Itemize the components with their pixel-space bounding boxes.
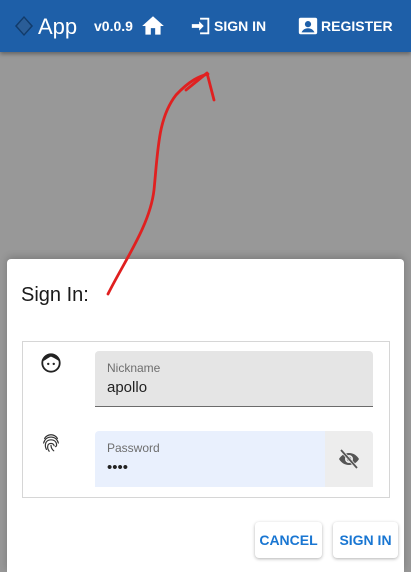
nickname-label: Nickname [107,361,161,375]
home-icon[interactable] [140,13,166,39]
signin-form: Nickname apollo Password •••• [22,341,390,498]
register-nav-label: REGISTER [321,18,393,34]
nickname-field[interactable]: Nickname apollo [95,351,373,407]
password-field[interactable]: Password •••• [95,431,373,487]
signin-nav-label: SIGN IN [214,18,267,34]
register-nav-button[interactable]: REGISTER [297,12,393,40]
signin-dialog: Sign In: Nickname apollo Password •••• C… [7,259,404,572]
fingerprint-icon [43,434,59,452]
signin-submit-button[interactable]: SIGN IN [333,522,398,558]
version-label: v0.0.9 [94,18,133,34]
nickname-input[interactable]: apollo [107,379,307,397]
app-bar: App v0.0.9 SIGN IN REGISTER [0,0,411,52]
face-icon [41,353,61,373]
eye-off-icon [339,448,359,470]
dialog-title: Sign In: [21,284,89,306]
login-arrow-icon [191,17,210,35]
cancel-button[interactable]: CANCEL [255,522,322,558]
diamond-icon [15,16,33,36]
signin-nav-button[interactable]: SIGN IN [190,12,266,40]
account-box-icon [298,17,318,35]
password-label: Password [107,441,160,455]
password-input[interactable]: •••• [107,459,307,477]
app-title: App [38,14,78,39]
password-visibility-toggle[interactable] [325,431,373,487]
